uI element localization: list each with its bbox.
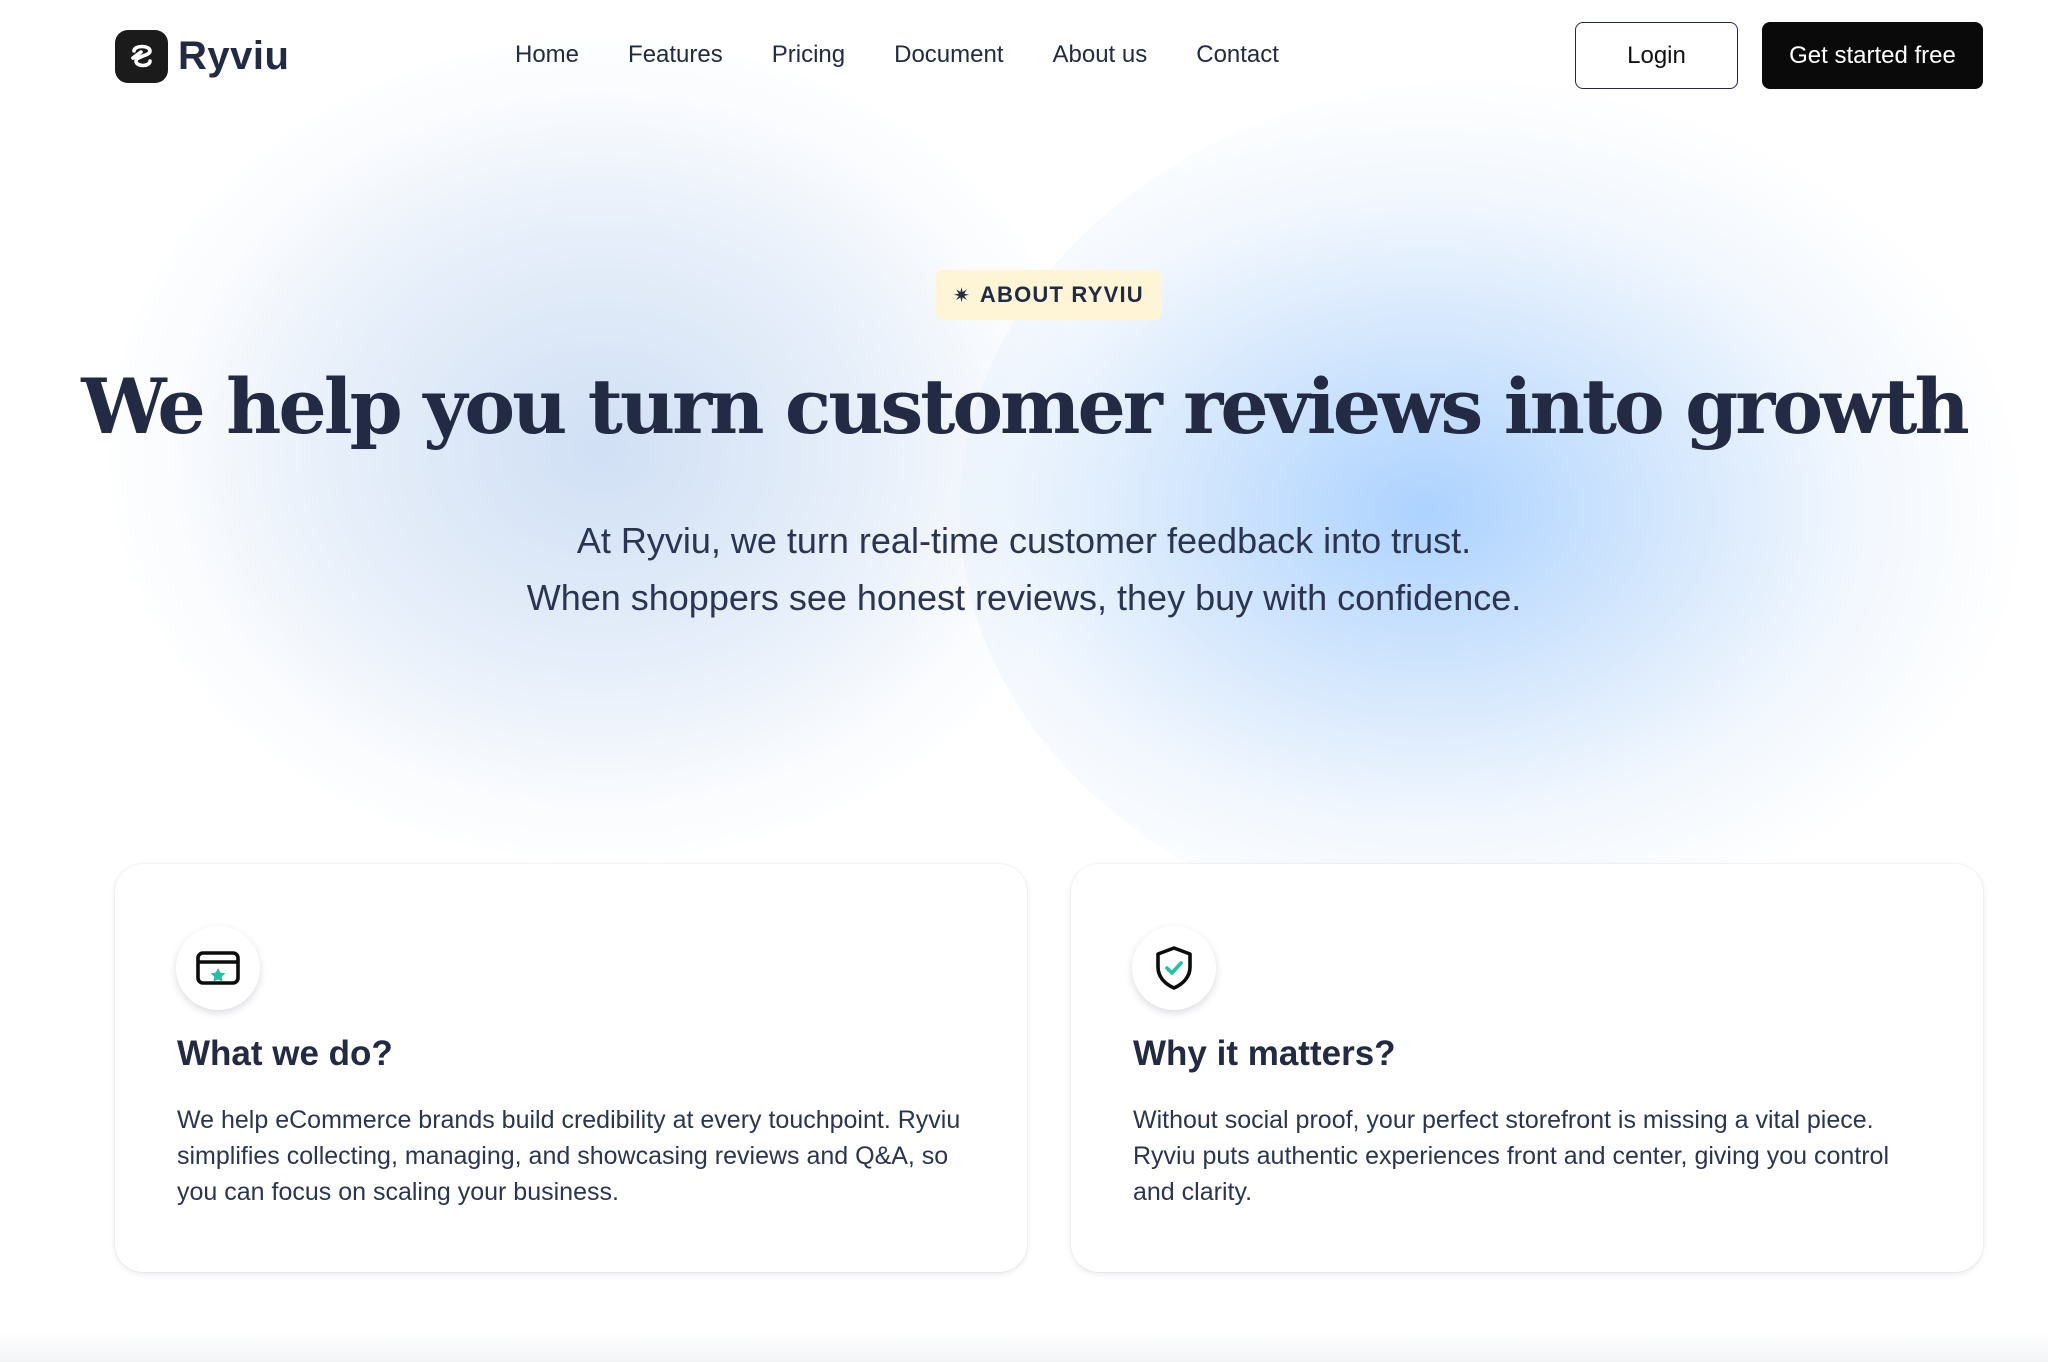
- top-navigation: Ryviu Home Features Pricing Document Abo…: [0, 0, 2048, 110]
- card-title: What we do?: [177, 1034, 393, 1073]
- nav-link-pricing[interactable]: Pricing: [772, 38, 845, 72]
- card-description: Without social proof, your perfect store…: [1133, 1106, 1889, 1206]
- background-glow-right: [960, 80, 2020, 940]
- nav-link-contact[interactable]: Contact: [1196, 38, 1279, 72]
- storefront-card-icon: [176, 926, 260, 1010]
- feature-card-what-we-do: What we do? We help eCommerce brands bui…: [115, 864, 1027, 1272]
- card-title: Why it matters?: [1133, 1034, 1396, 1073]
- feature-card-why-it-matters: Why it matters? Without social proof, yo…: [1071, 864, 1983, 1272]
- hero-subtitle-line-2: When shoppers see honest reviews, they b…: [526, 577, 1522, 618]
- login-button[interactable]: Login: [1575, 22, 1738, 89]
- section-badge: ✷ ABOUT RYVIU: [936, 270, 1161, 320]
- hero-subtitle: At Ryviu, we turn real-time customer fee…: [0, 512, 2048, 626]
- nav-link-document[interactable]: Document: [894, 38, 1003, 72]
- nav-link-home[interactable]: Home: [515, 38, 579, 72]
- shield-check-icon: [1132, 926, 1216, 1010]
- main-menu: Home Features Pricing Document About us …: [515, 38, 1328, 72]
- hero-subtitle-line-1: At Ryviu, we turn real-time customer fee…: [576, 520, 1472, 561]
- badge-label: ABOUT RYVIU: [979, 282, 1144, 307]
- hero-title: We help you turn customer reviews into g…: [81, 362, 1970, 451]
- nav-link-features[interactable]: Features: [628, 38, 723, 72]
- get-started-button[interactable]: Get started free: [1762, 22, 1983, 89]
- sparkle-icon: ✷: [953, 283, 970, 307]
- brand-name: Ryviu: [178, 33, 290, 78]
- ryviu-logo-icon: [115, 29, 168, 83]
- section-divider-fade: [0, 1330, 2048, 1362]
- card-description: We help eCommerce brands build credibili…: [177, 1106, 961, 1206]
- brand-logo[interactable]: Ryviu: [115, 29, 289, 83]
- nav-link-about-us[interactable]: About us: [1053, 38, 1148, 72]
